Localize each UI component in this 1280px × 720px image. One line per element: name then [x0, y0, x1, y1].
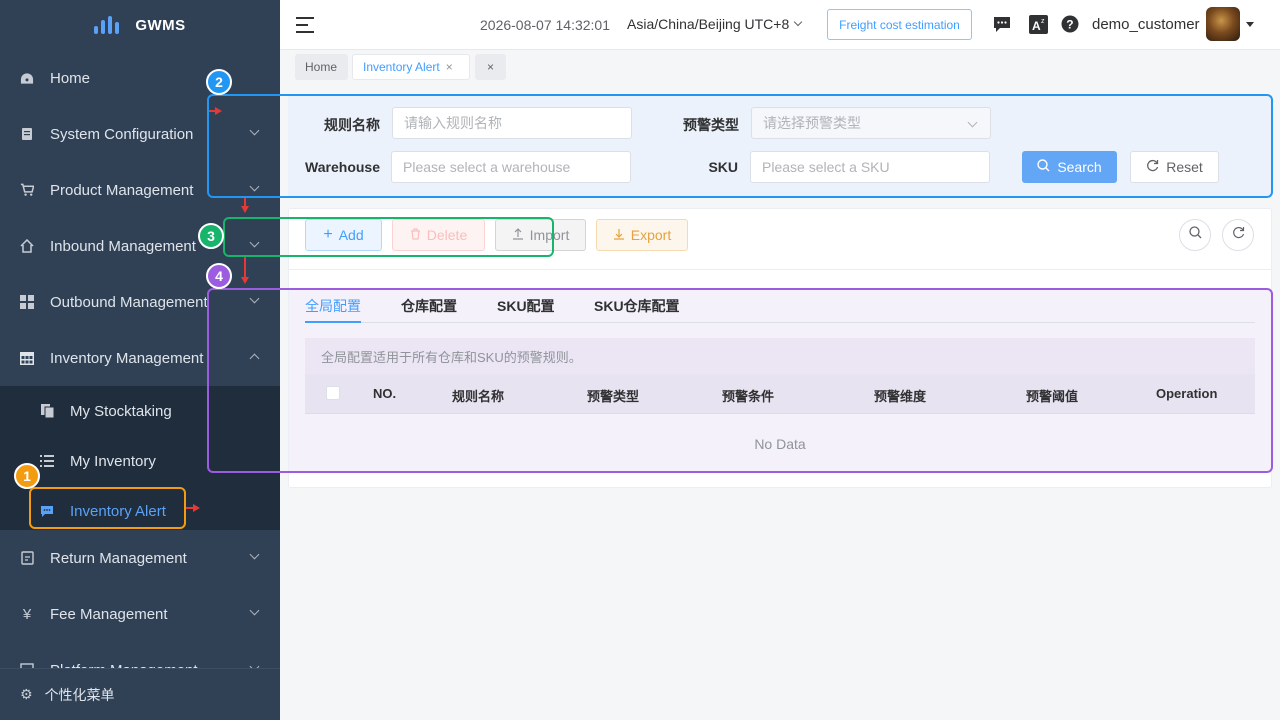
tag-home[interactable]: Home — [295, 54, 348, 80]
sidebar-subitem-label: My Stocktaking — [70, 402, 172, 420]
annotation-box-1 — [29, 487, 186, 529]
chevron-down-icon — [794, 17, 803, 27]
help-icon[interactable]: ? — [1060, 14, 1080, 34]
sidebar-item-fee-management[interactable]: ¥ Fee Management — [0, 586, 280, 642]
chevron-down-icon — [249, 549, 260, 560]
export-button[interactable]: Export — [596, 219, 688, 251]
logo[interactable]: GWMS — [0, 0, 280, 50]
list-icon — [40, 454, 54, 468]
gear-icon: ⚙ — [20, 686, 33, 702]
personalize-menu-button[interactable]: ⚙ 个性化菜单 — [0, 668, 280, 720]
language-icon[interactable]: Az — [1028, 14, 1048, 34]
annotation-box-4 — [207, 288, 1273, 473]
timezone-selector[interactable]: Asia/China/Beijing UTC+8 — [627, 16, 803, 32]
svg-text:A: A — [1032, 19, 1041, 33]
sidebar-item-label: Return Management — [50, 549, 187, 567]
logo-icon — [94, 16, 120, 34]
arrow-head-icon — [241, 206, 249, 213]
close-icon: × — [486, 60, 494, 74]
message-icon[interactable] — [992, 14, 1012, 34]
sidebar-item-label: Inbound Management — [50, 237, 196, 255]
sidebar-item-return-management[interactable]: Return Management — [0, 530, 280, 586]
yen-icon: ¥ — [22, 605, 32, 623]
download-icon — [613, 227, 625, 243]
close-icon[interactable]: × — [446, 60, 453, 74]
copy-icon — [40, 404, 54, 418]
top-header: 2026-08-07 14:32:01 Asia/China/Beijing U… — [280, 0, 1280, 50]
sidebar-item-label: Fee Management — [50, 605, 168, 623]
annotation-marker-2: 2 — [206, 69, 232, 95]
sidebar-subitem-label: My Inventory — [70, 452, 156, 470]
annotation-marker-1: 1 — [14, 463, 40, 489]
divider — [289, 269, 1271, 270]
timezone-label: Asia/China/Beijing UTC+8 — [627, 16, 790, 32]
table-icon — [20, 351, 34, 365]
annotation-marker-3: 3 — [198, 223, 224, 249]
avatar[interactable] — [1206, 7, 1240, 41]
svg-text:z: z — [1041, 18, 1045, 25]
arrow-head-icon — [241, 277, 249, 284]
annotation-box-2 — [207, 94, 1273, 198]
annotation-arrow — [244, 198, 246, 206]
logo-text: GWMS — [135, 16, 186, 34]
current-datetime: 2026-08-07 14:32:01 — [480, 17, 610, 33]
annotation-marker-4: 4 — [206, 263, 232, 289]
caret-down-icon[interactable] — [1246, 22, 1254, 27]
sidebar-item-label: Inventory Management — [50, 349, 204, 367]
search-icon — [1188, 226, 1202, 244]
cart-icon — [20, 183, 34, 197]
sidebar-item-label: Product Management — [50, 181, 194, 199]
refresh-button[interactable] — [1222, 219, 1254, 251]
username[interactable]: demo_customer — [1092, 16, 1200, 33]
arrow-head-icon — [215, 107, 222, 115]
refresh-icon — [1232, 226, 1245, 244]
collapse-menu-icon[interactable] — [296, 17, 314, 33]
house-icon — [20, 239, 34, 253]
sidebar-item-label: Home — [50, 69, 91, 87]
annotation-box-3 — [223, 217, 554, 257]
chevron-down-icon — [249, 605, 260, 616]
close-all-tags-button[interactable]: × — [475, 54, 506, 80]
svg-text:?: ? — [1066, 18, 1073, 32]
tag-inventory-alert[interactable]: Inventory Alert × — [352, 54, 470, 80]
sidebar-item-label: System Configuration — [50, 125, 194, 143]
freight-cost-estimation-button[interactable]: Freight cost estimation — [827, 9, 972, 40]
grid-icon — [20, 295, 34, 309]
arrow-head-icon — [193, 504, 200, 512]
document-icon — [20, 127, 34, 141]
personalize-menu-label: 个性化菜单 — [44, 686, 115, 703]
annotation-arrow — [244, 257, 246, 277]
return-icon — [20, 551, 34, 565]
dashboard-icon — [20, 71, 34, 85]
sidebar-item-label: Outbound Management — [50, 293, 208, 311]
tag-label: Home — [305, 60, 338, 74]
export-button-label: Export — [630, 227, 672, 243]
tag-label: Inventory Alert — [363, 60, 440, 74]
toggle-search-button[interactable] — [1179, 219, 1211, 251]
